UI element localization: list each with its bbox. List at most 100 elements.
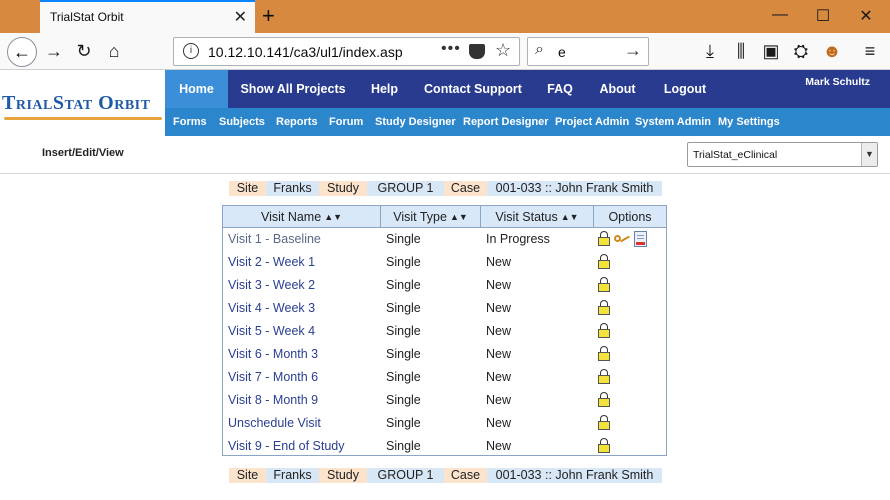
site-info-icon[interactable]: i	[183, 43, 199, 59]
lock-icon[interactable]	[598, 300, 610, 316]
visit-type: Single	[386, 439, 421, 453]
subnav-report-designer[interactable]: Report Designer	[463, 108, 549, 136]
page-actions-icon[interactable]: •••	[441, 40, 461, 58]
visit-name-link[interactable]: Visit 9 - End of Study	[228, 435, 345, 458]
subnav-forms[interactable]: Forms	[173, 108, 207, 136]
lock-icon[interactable]	[598, 369, 610, 385]
subnav-study-designer[interactable]: Study Designer	[375, 108, 456, 136]
close-tab-icon[interactable]: ✕	[234, 7, 247, 27]
visit-status: New	[486, 255, 512, 269]
lock-icon[interactable]	[598, 323, 610, 339]
table-header: Visit Name ▲▼ Visit Type ▲▼ Visit Status ▲▼…	[223, 206, 666, 228]
visit-status: New	[486, 370, 512, 384]
visit-status: In Progress	[486, 232, 550, 246]
search-bar[interactable]: ⌕ e →	[527, 37, 649, 66]
crumb-site-label: Site	[229, 181, 266, 196]
header-visit-status[interactable]: Visit Status ▲▼	[481, 206, 594, 228]
lock-icon[interactable]	[598, 231, 610, 247]
forward-icon[interactable]: →	[42, 39, 66, 63]
extension-icon[interactable]: ⛭	[789, 39, 813, 63]
subnav-subjects[interactable]: Subjects	[219, 108, 265, 136]
download-icon[interactable]: ⤓	[698, 39, 722, 63]
nav-home[interactable]: Home	[165, 70, 228, 108]
nav-help[interactable]: Help	[362, 70, 407, 108]
crumb-site-value: Franks	[266, 181, 319, 196]
chevron-down-icon[interactable]: ▼	[861, 143, 877, 166]
table-row: Visit 3 - Week 2 Single New	[223, 274, 666, 297]
visit-name-link[interactable]: Visit 8 - Month 9	[228, 389, 318, 412]
visit-name-link[interactable]: Visit 6 - Month 3	[228, 343, 318, 366]
visit-name-link[interactable]: Visit 7 - Month 6	[228, 366, 318, 389]
key-icon[interactable]	[614, 231, 632, 247]
crumb-site-value: Franks	[266, 468, 319, 483]
lock-icon[interactable]	[598, 254, 610, 270]
visit-name-link[interactable]: Visit 3 - Week 2	[228, 274, 315, 297]
browser-tab[interactable]: TrialStat Orbit ✕	[40, 0, 255, 33]
subnav-reports[interactable]: Reports	[276, 108, 318, 136]
subnav-forum[interactable]: Forum	[329, 108, 363, 136]
lock-icon[interactable]	[598, 346, 610, 362]
avatar-icon[interactable]: ☻	[820, 39, 844, 63]
table-row: Visit 1 - Baseline Single In Progress	[223, 228, 666, 251]
table-row: Unschedule Visit Single New	[223, 412, 666, 435]
url-text[interactable]: 10.12.10.141/ca3/ul1/index.asp	[208, 44, 403, 60]
lock-icon[interactable]	[598, 277, 610, 293]
header-visit-name[interactable]: Visit Name ▲▼	[223, 206, 381, 228]
maximize-icon[interactable]: ☐	[808, 6, 838, 26]
header-visit-type[interactable]: Visit Type ▲▼	[381, 206, 481, 228]
visit-name-link[interactable]: Unschedule Visit	[228, 412, 321, 435]
lock-icon[interactable]	[598, 392, 610, 408]
nav-logout[interactable]: Logout	[660, 70, 710, 108]
browser-tab-strip: TrialStat Orbit ✕ + — ☐ ✕	[0, 0, 890, 33]
visit-type: Single	[386, 301, 421, 315]
visit-name-link[interactable]: Visit 4 - Week 3	[228, 297, 315, 320]
visit-status: New	[486, 347, 512, 361]
visit-type: Single	[386, 255, 421, 269]
visit-name-link[interactable]: Visit 1 - Baseline	[228, 228, 321, 251]
nav-contact-support[interactable]: Contact Support	[423, 70, 523, 108]
subnav-my-settings[interactable]: My Settings	[718, 108, 780, 136]
close-window-icon[interactable]: ✕	[851, 6, 881, 26]
header-options-label: Options	[608, 210, 652, 224]
visit-name-link[interactable]: Visit 5 - Week 4	[228, 320, 315, 343]
main-nav: Home Show All Projects Help Contact Supp…	[165, 70, 890, 108]
tab-title: TrialStat Orbit	[50, 10, 124, 24]
search-input[interactable]: e	[558, 44, 566, 60]
header-visit-type-label: Visit Type	[393, 210, 447, 224]
visit-name-link[interactable]: Visit 2 - Week 1	[228, 251, 315, 274]
crumb-study-label: Study	[319, 468, 367, 483]
visit-type: Single	[386, 232, 421, 246]
visit-status: New	[486, 393, 512, 407]
bookmark-star-icon[interactable]: ☆	[495, 40, 511, 61]
visit-type: Single	[386, 370, 421, 384]
sidebar-icon[interactable]: ▣	[759, 39, 783, 63]
minimize-icon[interactable]: —	[765, 6, 795, 24]
nav-faq[interactable]: FAQ	[540, 70, 580, 108]
new-tab-icon[interactable]: +	[262, 3, 275, 29]
crumb-case-value: 001-033 :: John Frank Smith	[487, 181, 662, 196]
home-icon[interactable]: ⌂	[102, 39, 126, 63]
study-select[interactable]: TrialStat_eClinical ▼	[687, 142, 878, 167]
visit-status: New	[486, 301, 512, 315]
subnav-system-admin[interactable]: System Admin	[635, 108, 711, 136]
table-row: Visit 9 - End of Study Single New	[223, 435, 666, 458]
pdf-document-icon[interactable]	[634, 231, 647, 247]
menu-icon[interactable]: ≡	[858, 39, 882, 63]
subnav-project-admin[interactable]: Project Admin	[555, 108, 629, 136]
url-bar[interactable]: i 10.12.10.141/ca3/ul1/index.asp ••• ☆	[173, 37, 520, 66]
library-icon[interactable]: ⫼	[729, 39, 753, 63]
search-go-icon[interactable]: →	[624, 40, 642, 61]
pocket-icon[interactable]	[469, 44, 485, 59]
app-logo[interactable]: TrialStat Orbit	[2, 92, 150, 115]
lock-icon[interactable]	[598, 438, 610, 454]
nav-show-all-projects[interactable]: Show All Projects	[238, 70, 348, 108]
visit-type: Single	[386, 324, 421, 338]
header-options: Options	[594, 206, 666, 228]
visit-status: New	[486, 439, 512, 453]
table-row: Visit 7 - Month 6 Single New	[223, 366, 666, 389]
lock-icon[interactable]	[598, 415, 610, 431]
sub-nav: Forms Subjects Reports Forum Study Desig…	[165, 108, 890, 136]
back-icon[interactable]: ←	[7, 37, 37, 67]
reload-icon[interactable]: ↻	[72, 39, 96, 63]
nav-about[interactable]: About	[595, 70, 640, 108]
